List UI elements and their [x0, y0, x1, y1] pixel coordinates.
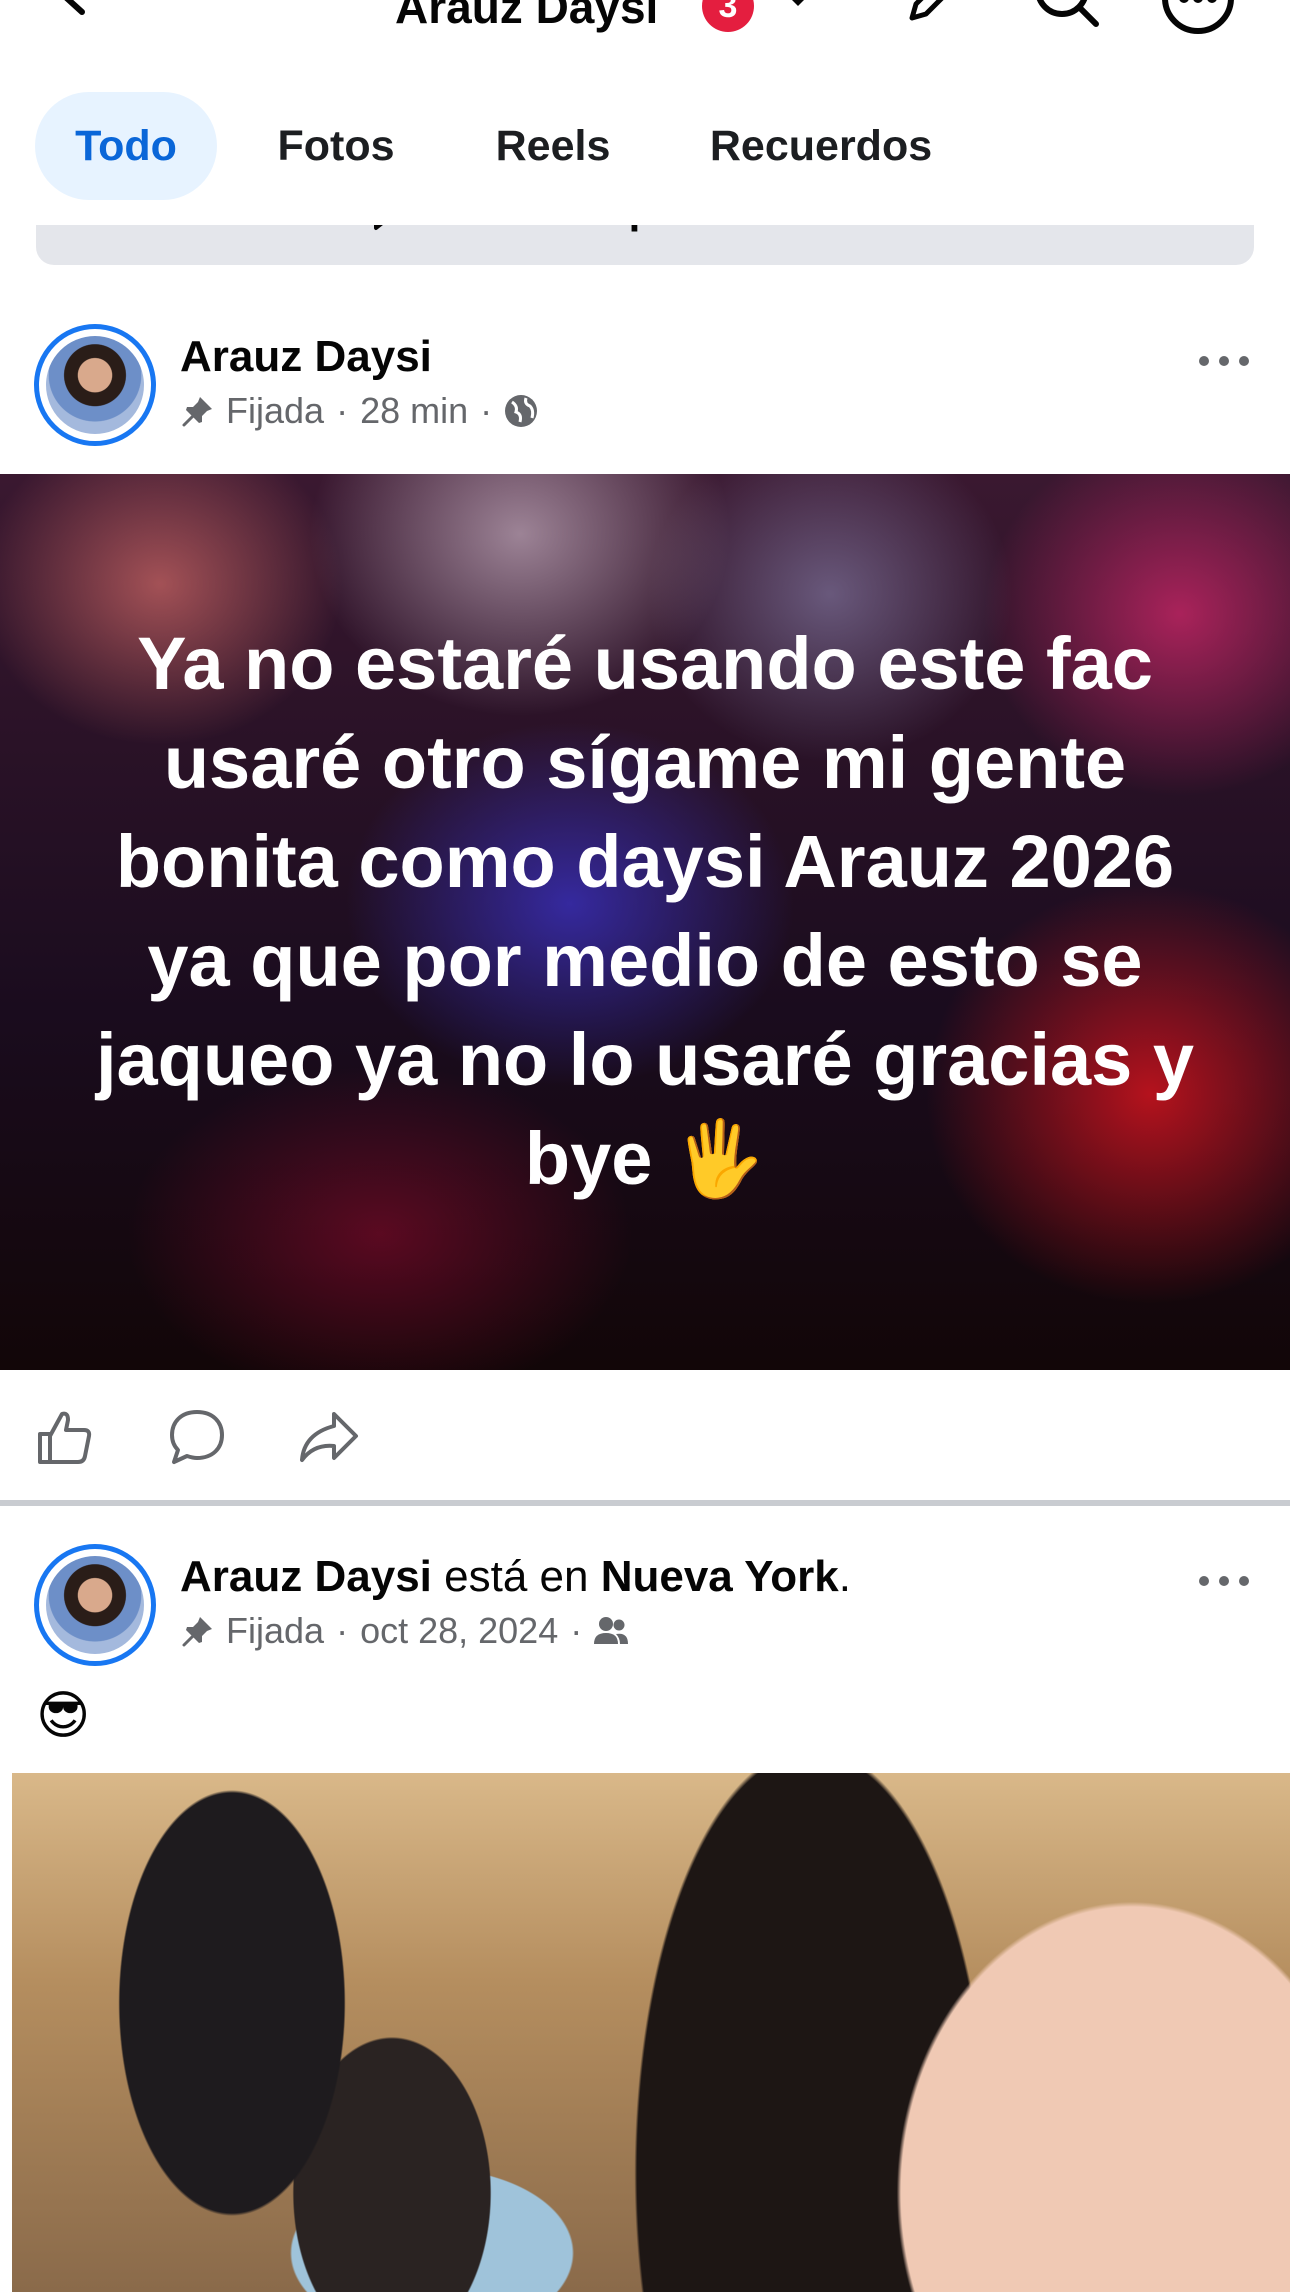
checkin-text: está en — [444, 1552, 589, 1601]
post-photo[interactable] — [12, 1773, 1290, 2292]
tab-recuerdos[interactable]: Recuerdos — [676, 92, 966, 200]
post-meta: Fijada · oct 28, 2024 · — [180, 1610, 630, 1652]
manage-posts-label: Administrar publicaciones — [36, 225, 1254, 233]
pinned-label: Fijada — [226, 1610, 325, 1651]
page-title[interactable]: Arauz Daysi — [395, 0, 658, 34]
pin-icon — [182, 397, 212, 427]
chevron-down-icon[interactable] — [778, 0, 818, 18]
globe-icon — [505, 395, 538, 427]
post-meta: Fijada · 28 min · — [180, 390, 540, 432]
post-author[interactable]: Arauz Daysi — [180, 1552, 432, 1601]
post-body: 😎 — [36, 1687, 91, 1745]
post-header: Arauz Daysi está en Nueva York. Fijada ·… — [0, 1544, 1290, 1694]
post-actions — [0, 1370, 1290, 1500]
manage-posts-button[interactable]: Administrar publicaciones — [36, 225, 1254, 265]
post-body: Ya no estaré usando este fac usaré otro … — [95, 622, 1195, 1200]
avatar[interactable] — [34, 324, 156, 446]
avatar[interactable] — [34, 1544, 156, 1666]
edit-icon[interactable] — [900, 0, 970, 30]
more-options-icon[interactable] — [1160, 0, 1236, 36]
meta-separator: · — [570, 1610, 583, 1651]
top-bar: Arauz Daysi 3 — [0, 0, 1290, 60]
avatar-photo — [46, 1556, 144, 1654]
meta-separator: · — [336, 1610, 349, 1651]
post-time[interactable]: oct 28, 2024 — [360, 1610, 558, 1652]
pinned-label: Fijada — [226, 390, 325, 431]
friends-icon — [594, 1617, 629, 1644]
meta-separator: · — [480, 390, 493, 431]
tab-todo[interactable]: Todo — [35, 92, 217, 200]
like-icon[interactable] — [34, 1406, 96, 1468]
back-icon[interactable] — [44, 0, 100, 20]
period: . — [838, 1552, 851, 1601]
post-text-card[interactable]: Ya no estaré usando este fac usaré otro … — [0, 474, 1290, 1370]
meta-separator: · — [336, 390, 349, 431]
notification-badge: 3 — [702, 0, 754, 32]
more-options-icon[interactable] — [1196, 348, 1252, 374]
post-time[interactable]: 28 min — [360, 390, 468, 432]
tab-reels[interactable]: Reels — [458, 92, 648, 200]
post-location[interactable]: Nueva York — [601, 1552, 839, 1601]
avatar-photo — [46, 336, 144, 434]
post-author[interactable]: Arauz Daysi — [180, 332, 432, 382]
tab-fotos[interactable]: Fotos — [240, 92, 432, 200]
profile-tabs: Todo Fotos Reels Recuerdos — [0, 92, 1290, 202]
more-options-icon[interactable] — [1196, 1568, 1252, 1594]
comment-icon[interactable] — [166, 1406, 228, 1468]
manage-posts-area: Administrar publicaciones — [0, 225, 1290, 265]
search-icon[interactable] — [1030, 0, 1102, 32]
post-header: Arauz Daysi Fijada · 28 min · — [0, 324, 1290, 474]
share-icon[interactable] — [296, 1406, 360, 1468]
post-author-line: Arauz Daysi está en Nueva York. — [180, 1552, 851, 1602]
pin-icon — [182, 1617, 212, 1647]
